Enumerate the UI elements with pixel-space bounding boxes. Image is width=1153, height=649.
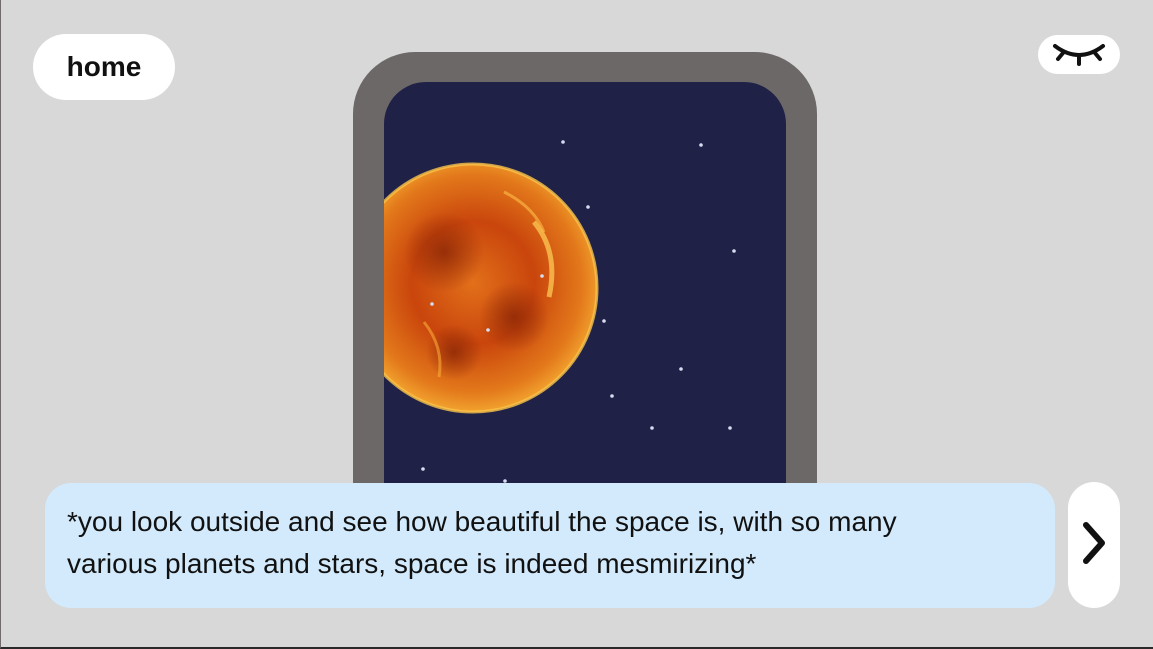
sun-planet	[384, 162, 599, 414]
spaceship-window-frame	[353, 52, 817, 522]
closed-eye-icon	[1051, 38, 1107, 71]
next-dialog-button[interactable]	[1068, 482, 1120, 608]
game-scene: home *you look outside and see how beaut…	[0, 0, 1153, 649]
space-view	[384, 82, 786, 522]
dialog-line-1: *you look outside and see how beautiful …	[67, 506, 897, 537]
home-button[interactable]: home	[33, 34, 175, 100]
dialog-line-2: various planets and stars, space is inde…	[67, 548, 757, 579]
dialog-text: *you look outside and see how beautiful …	[67, 501, 1033, 585]
hide-ui-button[interactable]	[1038, 35, 1120, 74]
home-button-label: home	[66, 51, 142, 82]
dialog-box: *you look outside and see how beautiful …	[45, 483, 1055, 608]
chevron-right-icon	[1081, 521, 1107, 570]
